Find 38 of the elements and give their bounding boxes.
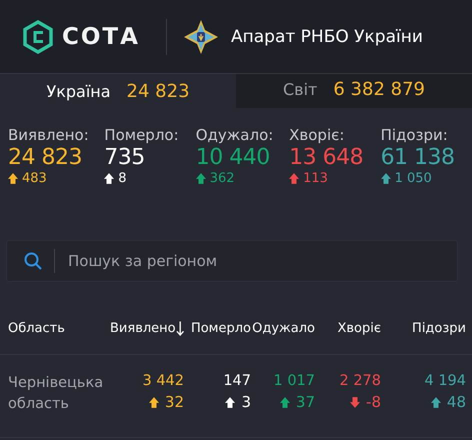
stat-value: 735 xyxy=(104,145,146,170)
column-header[interactable]: Померло xyxy=(184,320,251,336)
stat-label: Підозри: xyxy=(380,126,449,144)
stat-label: Виявлено: xyxy=(8,126,90,144)
agency-name: Апарат РНБО України xyxy=(231,26,423,46)
cell-delta: 37 xyxy=(296,393,315,411)
table-cell: 4 194 xyxy=(424,373,466,389)
cell-delta: 48 xyxy=(446,393,466,411)
stat-label: Одужало: xyxy=(196,126,274,144)
table-cell: 1 017 xyxy=(273,373,315,389)
column-header[interactable]: Хворіє xyxy=(315,320,381,336)
cell-delta: 3 xyxy=(241,393,251,411)
stat-label: Померло: xyxy=(104,126,180,144)
table-cell: 147 xyxy=(223,373,251,389)
stat-value: 61 138 xyxy=(380,145,456,170)
column-header[interactable]: Одужало xyxy=(251,320,315,336)
logo-text: СОТА xyxy=(62,24,140,50)
search-field[interactable]: Пошук за регіоном xyxy=(6,240,458,282)
table-cell: 3 442 xyxy=(142,373,184,389)
stat-delta: 113 xyxy=(303,171,328,186)
column-header[interactable]: Область xyxy=(8,320,110,336)
cell-delta: 32 xyxy=(164,393,184,411)
stat-value: 13 648 xyxy=(289,145,364,170)
column-header[interactable]: Підозри xyxy=(381,320,466,336)
column-header[interactable]: Виявлено xyxy=(110,320,184,336)
emblem-icon xyxy=(183,18,219,54)
stat-label: Хворіє: xyxy=(289,126,346,144)
region-name: Чернівецька область xyxy=(8,374,104,414)
stat-value: 24 823 xyxy=(8,145,83,170)
stat-delta: 483 xyxy=(22,171,47,186)
region-tab[interactable]: Світ 6 382 879 xyxy=(236,74,472,108)
table-cell: 2 278 xyxy=(339,373,381,389)
stat-value: 10 440 xyxy=(196,145,271,170)
cell-delta: -8 xyxy=(366,393,381,411)
search-icon xyxy=(24,252,42,270)
stat-delta: 362 xyxy=(210,171,235,186)
stat-delta: 8 xyxy=(118,171,127,186)
stat-delta: 1 050 xyxy=(394,171,432,186)
